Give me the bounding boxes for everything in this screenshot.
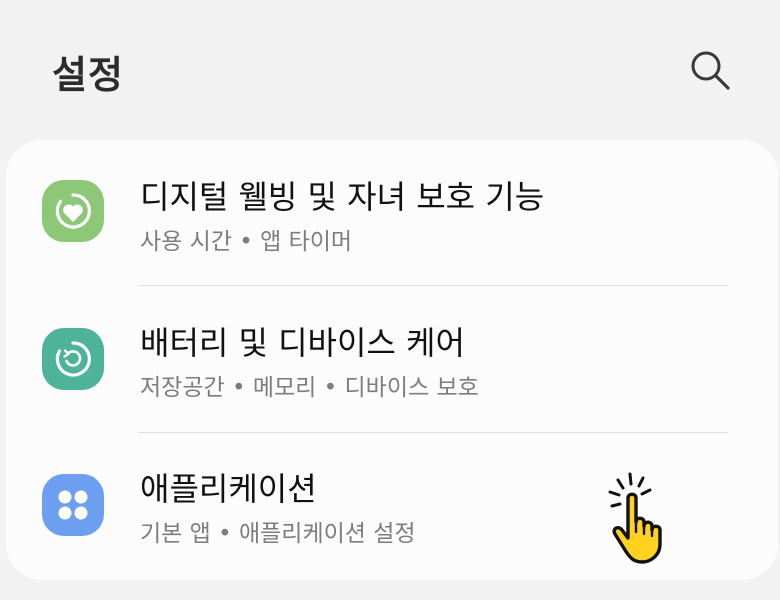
- search-button[interactable]: [688, 48, 732, 92]
- page-title: 설정: [52, 53, 124, 97]
- settings-item-digital-wellbeing[interactable]: 디지털 웰빙 및 자녀 보호 기능 사용 시간 • 앱 타이머: [6, 140, 778, 286]
- apps-icon: [42, 474, 104, 536]
- settings-item-subtitle: 기본 앱 • 애플리케이션 설정: [140, 521, 416, 547]
- settings-item-subtitle: 사용 시간 • 앱 타이머: [140, 229, 353, 255]
- settings-item-device-care[interactable]: 배터리 및 디바이스 케어 저장공간 • 메모리 • 디바이스 보호: [6, 286, 778, 432]
- search-icon: [691, 51, 730, 90]
- settings-item-subtitle: 저장공간 • 메모리 • 디바이스 보호: [140, 375, 479, 401]
- digital-wellbeing-icon: [42, 180, 104, 242]
- settings-item-title: 배터리 및 디바이스 케어: [140, 324, 465, 362]
- settings-item-title: 애플리케이션: [140, 470, 317, 508]
- settings-item-title: 디지털 웰빙 및 자녀 보호 기능: [140, 178, 545, 216]
- tap-hand-icon: [598, 470, 688, 566]
- header: 설정: [0, 0, 780, 140]
- device-care-icon: [42, 328, 104, 390]
- settings-screen: 설정 디지털 웰빙 및 자녀 보호 기능 사용 시간 • 앱 타이머 배터리 및…: [0, 0, 780, 600]
